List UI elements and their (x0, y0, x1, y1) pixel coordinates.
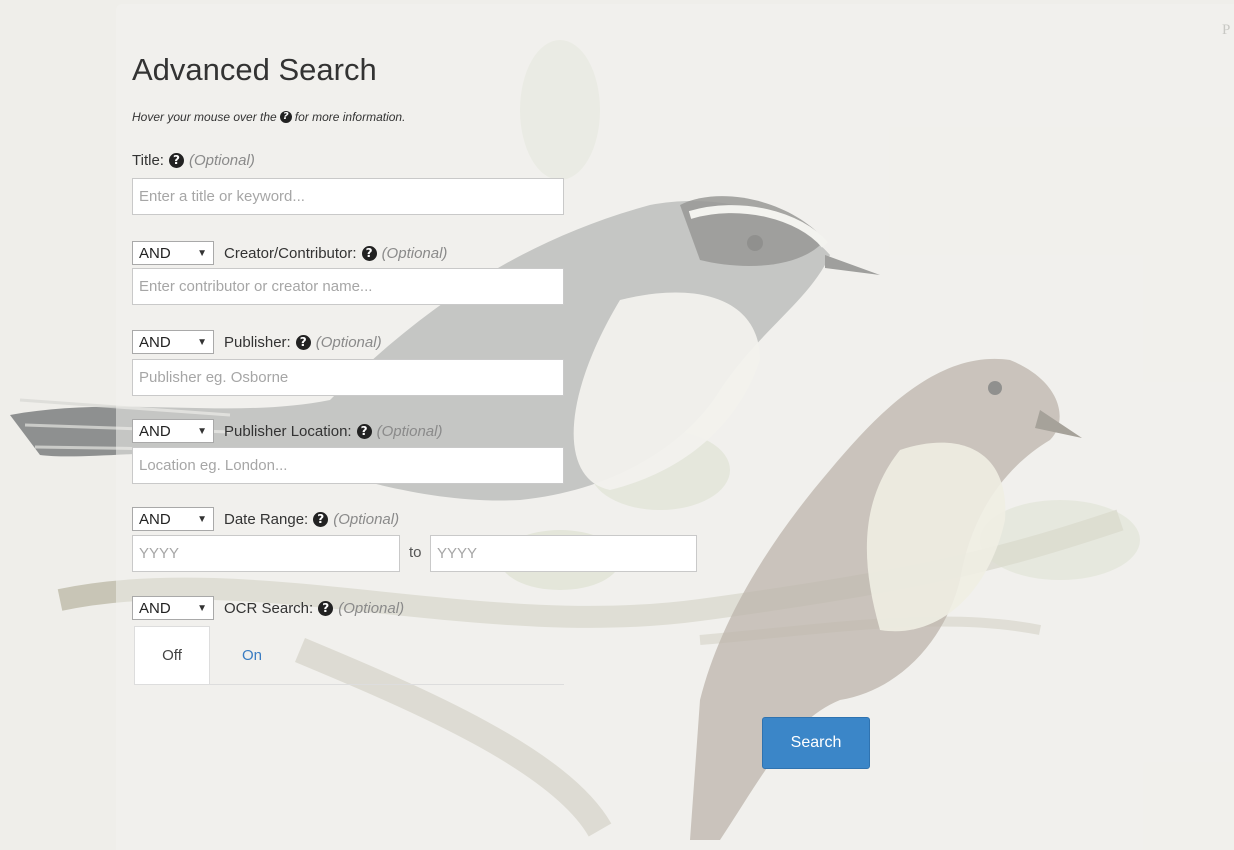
optional-label: (Optional) (338, 599, 405, 617)
creator-operator-select[interactable]: AND ▼ (132, 241, 214, 265)
creator-input[interactable] (132, 268, 564, 305)
corner-letter: P (1222, 22, 1231, 38)
optional-label: (Optional) (381, 244, 448, 262)
date-to-input[interactable] (430, 535, 697, 572)
question-circle-icon[interactable]: ? (168, 152, 184, 168)
dropdown-arrow-icon: ▼ (197, 513, 207, 525)
location-operator-select[interactable]: AND ▼ (132, 419, 214, 443)
operator-value: AND (139, 244, 171, 262)
optional-label: (Optional) (376, 422, 443, 440)
question-circle-icon[interactable]: ? (318, 600, 334, 616)
operator-value: AND (139, 510, 171, 528)
hint-text: Hover your mouse over the ? for more inf… (132, 110, 405, 124)
creator-label: Creator/Contributor: (224, 244, 357, 262)
question-circle-icon[interactable]: ? (295, 334, 311, 350)
operator-value: AND (139, 599, 171, 617)
dropdown-arrow-icon: ▼ (197, 247, 207, 259)
question-circle-icon: ? (279, 111, 292, 123)
date-label: Date Range: (224, 510, 309, 528)
optional-label: (Optional) (188, 151, 255, 169)
date-label-row: AND ▼ Date Range: ? (Optional) (132, 507, 399, 531)
page-title: Advanced Search (132, 52, 377, 87)
optional-label: (Optional) (315, 333, 382, 351)
tab-divider (134, 684, 564, 685)
hint-after: for more information. (294, 110, 406, 124)
location-label-row: AND ▼ Publisher Location: ? (Optional) (132, 419, 442, 443)
ocr-off-tab[interactable]: Off (134, 626, 210, 684)
publisher-operator-select[interactable]: AND ▼ (132, 330, 214, 354)
dropdown-arrow-icon: ▼ (197, 602, 207, 614)
question-circle-icon[interactable]: ? (361, 245, 377, 261)
publisher-input[interactable] (132, 359, 564, 396)
dropdown-arrow-icon: ▼ (197, 336, 207, 348)
date-from-input[interactable] (132, 535, 400, 572)
dropdown-arrow-icon: ▼ (197, 425, 207, 437)
hint-before: Hover your mouse over the (132, 110, 277, 124)
optional-label: (Optional) (333, 510, 400, 528)
ocr-label-row: AND ▼ OCR Search: ? (Optional) (132, 596, 404, 620)
ocr-on-tab[interactable]: On (226, 626, 278, 684)
operator-value: AND (139, 422, 171, 440)
title-label: Title: (132, 151, 164, 169)
location-label: Publisher Location: (224, 422, 352, 440)
title-input[interactable] (132, 178, 564, 215)
question-circle-icon[interactable]: ? (313, 511, 329, 527)
location-input[interactable] (132, 447, 564, 484)
question-circle-icon[interactable]: ? (356, 423, 372, 439)
ocr-operator-select[interactable]: AND ▼ (132, 596, 214, 620)
publisher-label: Publisher: (224, 333, 291, 351)
creator-label-row: AND ▼ Creator/Contributor: ? (Optional) (132, 241, 447, 265)
date-to-label: to (409, 544, 422, 561)
ocr-label: OCR Search: (224, 599, 314, 617)
title-label-row: Title: ? (Optional) (132, 148, 255, 172)
operator-value: AND (139, 333, 171, 351)
search-button[interactable]: Search (762, 717, 870, 769)
date-operator-select[interactable]: AND ▼ (132, 507, 214, 531)
publisher-label-row: AND ▼ Publisher: ? (Optional) (132, 330, 382, 354)
